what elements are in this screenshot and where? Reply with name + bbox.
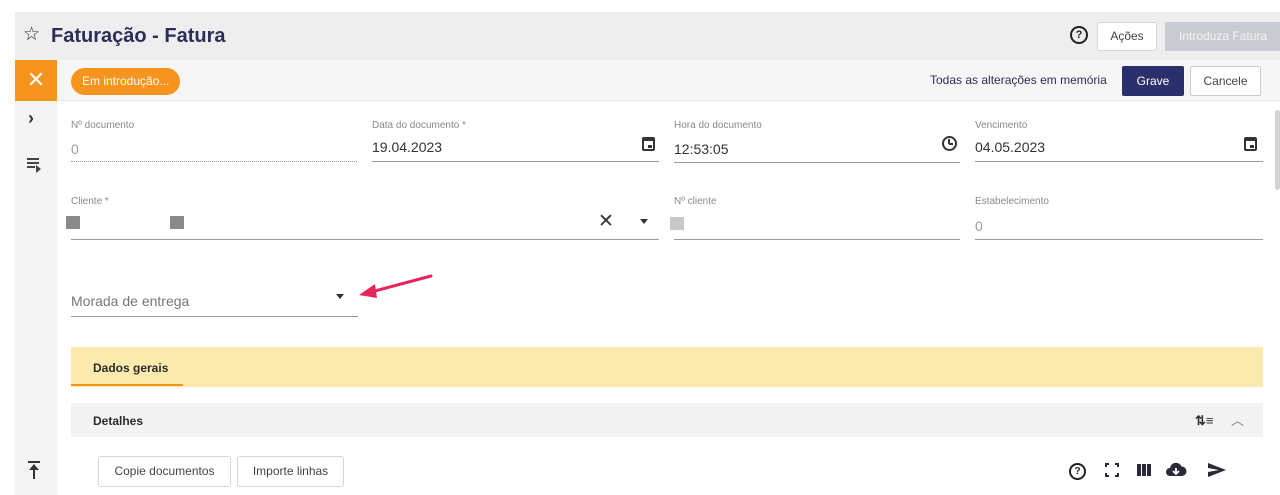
client-underline — [71, 239, 659, 240]
details-section-header[interactable] — [71, 403, 1263, 437]
tabs-bar — [71, 347, 1263, 387]
page-title: Faturação - Fatura — [51, 25, 226, 47]
delivery-address-select[interactable]: Morada de entrega — [71, 293, 189, 309]
save-button[interactable]: Grave — [1122, 66, 1184, 96]
details-title: Detalhes — [93, 414, 144, 428]
playlist-icon[interactable] — [27, 158, 43, 173]
scrollbar[interactable] — [1275, 110, 1280, 190]
fullscreen-icon[interactable] — [1103, 461, 1121, 479]
client-number-redacted — [670, 217, 684, 230]
clock-icon[interactable] — [942, 136, 957, 151]
sort-lines-icon[interactable]: ⇅≡ — [1195, 413, 1213, 429]
copy-documents-button[interactable]: Copie documentos — [98, 456, 231, 487]
doc-date-underline — [372, 161, 659, 162]
scroll-top-icon[interactable] — [27, 460, 41, 480]
doc-number-label: Nº documento — [71, 120, 135, 131]
close-icon[interactable]: ✕ — [15, 60, 57, 101]
star-icon[interactable]: ☆ — [23, 24, 40, 46]
calendar-icon[interactable] — [642, 137, 655, 151]
doc-number-underline — [71, 161, 357, 162]
clear-icon[interactable]: ✕ — [598, 212, 614, 232]
due-date-underline — [975, 161, 1263, 162]
annotation-arrow-icon — [359, 274, 433, 298]
doc-date-label: Data do documento * — [372, 120, 466, 131]
client-name-redacted — [170, 216, 184, 229]
status-badge: Em introdução... — [71, 68, 181, 95]
doc-time-underline — [674, 162, 960, 163]
doc-number-value: 0 — [71, 141, 79, 157]
chevron-up-icon[interactable]: ︿ — [1231, 410, 1244, 429]
establishment-label: Estabelecimento — [975, 196, 1049, 207]
due-date-field[interactable]: 04.05.2023 — [975, 139, 1045, 155]
client-label: Cliente * — [71, 196, 109, 207]
establishment-field[interactable]: 0 — [975, 218, 983, 234]
cloud-download-icon[interactable] — [1165, 461, 1187, 479]
client-number-label: Nº cliente — [674, 196, 717, 207]
new-invoice-button[interactable]: Introduza Fatura — [1165, 22, 1280, 51]
cancel-button[interactable]: Cancele — [1190, 66, 1261, 96]
actions-button[interactable]: Ações — [1097, 22, 1157, 51]
send-icon[interactable] — [1207, 461, 1227, 479]
help-icon[interactable]: ? — [1070, 26, 1088, 44]
chevron-down-icon[interactable] — [640, 219, 648, 224]
save-status-text: Todas as alterações em memória — [930, 73, 1107, 87]
establishment-underline — [975, 239, 1263, 240]
doc-time-field[interactable]: 12:53:05 — [674, 141, 729, 157]
columns-icon[interactable] — [1135, 461, 1153, 479]
import-lines-button[interactable]: Importe linhas — [237, 456, 344, 487]
calendar-icon[interactable] — [1244, 137, 1257, 151]
client-code-redacted — [66, 216, 80, 229]
tab-label[interactable]: Dados gerais — [93, 361, 168, 375]
chevron-down-icon[interactable] — [336, 294, 344, 299]
doc-date-field[interactable]: 19.04.2023 — [372, 139, 442, 155]
help-icon[interactable]: ? — [1069, 463, 1086, 480]
side-rail — [15, 60, 57, 495]
chevron-right-icon[interactable]: › — [28, 108, 34, 129]
doc-time-label: Hora do documento — [674, 120, 762, 131]
due-date-label: Vencimento — [975, 120, 1028, 131]
delivery-address-underline — [71, 316, 358, 317]
client-number-underline — [674, 239, 960, 240]
tab-active-indicator — [71, 384, 183, 386]
